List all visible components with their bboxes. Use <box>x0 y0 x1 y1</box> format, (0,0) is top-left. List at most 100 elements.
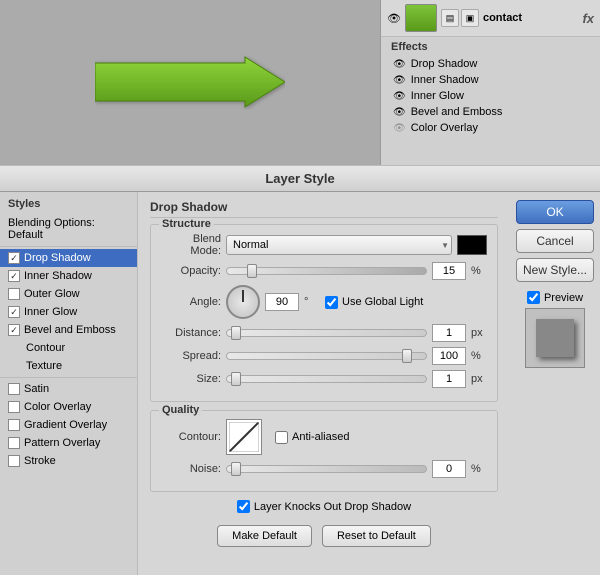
effect-bevel-emboss[interactable]: 👁 Bevel and Emboss <box>389 104 592 120</box>
sidebar-item-inner-glow[interactable]: Inner Glow <box>0 303 137 321</box>
distance-slider[interactable] <box>226 329 427 337</box>
blend-mode-select-wrapper: Normal ▼ <box>226 235 452 255</box>
sidebar-item-bevel-emboss[interactable]: Bevel and Emboss <box>0 321 137 339</box>
shadow-color-swatch[interactable] <box>457 235 487 255</box>
sidebar-item-stroke[interactable]: Stroke <box>0 452 137 470</box>
make-default-button[interactable]: Make Default <box>217 525 312 547</box>
structure-label: Structure <box>159 218 214 230</box>
inner-glow-check[interactable] <box>8 306 20 318</box>
size-row: Size: px <box>161 370 487 388</box>
opacity-unit: % <box>471 265 487 277</box>
layer-knocks-label[interactable]: Layer Knocks Out Drop Shadow <box>150 500 498 513</box>
spread-thumb[interactable] <box>402 349 412 363</box>
sidebar-item-gradient-overlay[interactable]: Gradient Overlay <box>0 416 137 434</box>
left-sidebar: Styles Blending Options: Default Drop Sh… <box>0 192 138 575</box>
inner-shadow-check[interactable] <box>8 270 20 282</box>
noise-input[interactable] <box>432 460 466 478</box>
blending-options-label: Blending Options: Default <box>8 217 129 241</box>
effect-inner-shadow[interactable]: 👁 Inner Shadow <box>389 72 592 88</box>
contour-label: Contour: <box>161 431 221 443</box>
sidebar-item-satin[interactable]: Satin <box>0 380 137 398</box>
sidebar-item-color-overlay[interactable]: Color Overlay <box>0 398 137 416</box>
size-input[interactable] <box>432 370 466 388</box>
reset-default-button[interactable]: Reset to Default <box>322 525 431 547</box>
dialog-title: Layer Style <box>0 165 600 192</box>
effect-drop-shadow[interactable]: 👁 Drop Shadow <box>389 56 592 72</box>
opacity-input[interactable] <box>432 262 466 280</box>
arrow-shape <box>95 55 285 110</box>
blend-mode-label: Blend Mode: <box>161 233 221 257</box>
size-slider[interactable] <box>226 375 427 383</box>
size-label: Size: <box>161 373 221 385</box>
contour-preview[interactable] <box>226 419 262 455</box>
drop-shadow-check[interactable] <box>8 252 20 264</box>
quality-box: Quality Contour: Anti-aliased Noise: <box>150 410 498 492</box>
layer-icon-group: ▤ ▣ <box>441 9 479 27</box>
layer-extra-icon: ▣ <box>461 9 479 27</box>
color-overlay-check[interactable] <box>8 401 20 413</box>
sidebar-item-contour[interactable]: Contour <box>0 339 137 357</box>
opacity-label: Opacity: <box>161 265 221 277</box>
sidebar-item-inner-shadow[interactable]: Inner Shadow <box>0 267 137 285</box>
bevel-emboss-label: Bevel and Emboss <box>24 324 116 336</box>
layer-knocks-checkbox[interactable] <box>237 500 250 513</box>
eye-inner-glow[interactable]: 👁 <box>393 91 406 102</box>
pattern-overlay-check[interactable] <box>8 437 20 449</box>
section-title: Drop Shadow <box>150 200 498 218</box>
size-unit: px <box>471 373 487 385</box>
anti-aliased-label[interactable]: Anti-aliased <box>275 431 349 444</box>
angle-label: Angle: <box>161 296 221 308</box>
angle-row: Angle: ° Use Global Light <box>161 285 487 319</box>
spread-slider[interactable] <box>226 352 427 360</box>
bottom-buttons: Make Default Reset to Default <box>150 519 498 553</box>
eye-drop-shadow[interactable]: 👁 <box>393 59 406 70</box>
sidebar-item-outer-glow[interactable]: Outer Glow <box>0 285 137 303</box>
eye-inner-shadow[interactable]: 👁 <box>393 75 406 86</box>
global-light-checkbox[interactable] <box>325 296 338 309</box>
effect-color-overlay[interactable]: 👁 Color Overlay <box>389 120 592 136</box>
angle-unit: ° <box>304 296 320 308</box>
outer-glow-label: Outer Glow <box>24 288 80 300</box>
anti-aliased-checkbox[interactable] <box>275 431 288 444</box>
preview-checkbox[interactable] <box>527 291 540 304</box>
cancel-button[interactable]: Cancel <box>516 229 594 253</box>
layer-thumbnail <box>405 4 437 32</box>
global-light-check-label[interactable]: Use Global Light <box>325 296 423 309</box>
pattern-overlay-label: Pattern Overlay <box>24 437 100 449</box>
bevel-emboss-check[interactable] <box>8 324 20 336</box>
spread-input[interactable] <box>432 347 466 365</box>
right-buttons: OK Cancel New Style... Preview <box>510 192 600 575</box>
opacity-row: Opacity: % <box>161 262 487 280</box>
distance-thumb[interactable] <box>231 326 241 340</box>
sidebar-item-drop-shadow[interactable]: Drop Shadow <box>0 249 137 267</box>
noise-label: Noise: <box>161 463 221 475</box>
noise-thumb[interactable] <box>231 462 241 476</box>
satin-label: Satin <box>24 383 49 395</box>
sidebar-item-texture[interactable]: Texture <box>0 357 137 375</box>
sidebar-item-pattern-overlay[interactable]: Pattern Overlay <box>0 434 137 452</box>
inner-glow-label: Inner Glow <box>24 306 77 318</box>
global-light-label: Use Global Light <box>342 296 423 308</box>
opacity-slider[interactable] <box>226 267 427 275</box>
satin-check[interactable] <box>8 383 20 395</box>
visibility-icon[interactable]: 👁 <box>387 12 401 25</box>
new-style-button[interactable]: New Style... <box>516 258 594 282</box>
sidebar-section-title: Styles <box>0 196 137 214</box>
size-thumb[interactable] <box>231 372 241 386</box>
angle-input[interactable] <box>265 293 299 311</box>
blend-mode-select[interactable]: Normal <box>226 235 452 255</box>
distance-row: Distance: px <box>161 324 487 342</box>
ok-button[interactable]: OK <box>516 200 594 224</box>
distance-unit: px <box>471 327 487 339</box>
outer-glow-check[interactable] <box>8 288 20 300</box>
stroke-check[interactable] <box>8 455 20 467</box>
distance-input[interactable] <box>432 324 466 342</box>
effect-inner-glow[interactable]: 👁 Inner Glow <box>389 88 592 104</box>
gradient-overlay-check[interactable] <box>8 419 20 431</box>
opacity-thumb[interactable] <box>247 264 257 278</box>
angle-dial[interactable] <box>226 285 260 319</box>
sidebar-item-blending[interactable]: Blending Options: Default <box>0 214 137 244</box>
eye-bevel-emboss[interactable]: 👁 <box>393 107 406 118</box>
fx-icon[interactable]: fx <box>582 11 594 26</box>
noise-slider[interactable] <box>226 465 427 473</box>
